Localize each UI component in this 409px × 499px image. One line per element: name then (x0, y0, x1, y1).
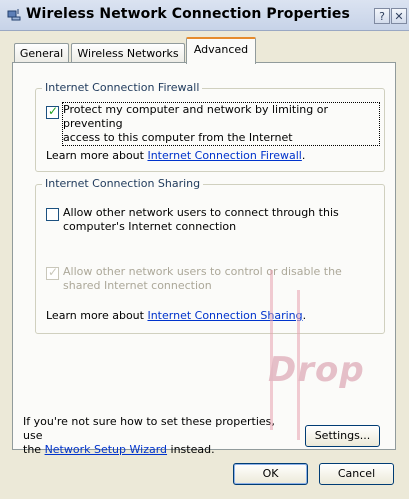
close-button[interactable]: ✕ (391, 8, 407, 24)
allow-control-label-line1: Allow other network users to control or … (63, 265, 342, 278)
help-button[interactable]: ? (374, 8, 390, 24)
title-bar[interactable]: Wireless Network Connection Properties ?… (0, 0, 409, 31)
setup-hint-suffix: instead. (167, 443, 215, 456)
sharing-learn-link[interactable]: Internet Connection Sharing (147, 309, 302, 322)
protect-computer-label-line1: Protect my computer and network by limit… (63, 103, 328, 130)
tab-advanced[interactable]: Advanced (186, 37, 256, 64)
firewall-learn-prefix: Learn more about (46, 149, 148, 162)
firewall-learn-link[interactable]: Internet Connection Firewall (147, 149, 301, 162)
sharing-group: Internet Connection Sharing Allow other … (35, 177, 385, 334)
checkmark-icon: ✓ (48, 104, 59, 118)
allow-control-label-line2: shared Internet connection (63, 279, 212, 292)
setup-hint-line2: the Network Setup Wizard instead. (23, 443, 283, 457)
ok-button[interactable]: OK (233, 463, 308, 485)
firewall-learn-suffix: . (301, 149, 306, 162)
advanced-tab-panel: Internet Connection Firewall ✓ Protect m… (12, 62, 396, 456)
firewall-group: Internet Connection Firewall ✓ Protect m… (35, 81, 385, 172)
allow-connect-label[interactable]: Allow other network users to connect thr… (63, 206, 379, 234)
allow-connect-label-line2: computer's Internet connection (63, 220, 237, 233)
setup-hint-line1: If you're not sure how to set these prop… (23, 415, 275, 442)
allow-connect-label-line1: Allow other network users to connect thr… (63, 206, 339, 219)
protect-computer-label-line2: access to this computer from the Interne… (63, 131, 293, 144)
network-setup-wizard-link[interactable]: Network Setup Wizard (45, 443, 167, 456)
firewall-group-label: Internet Connection Firewall (42, 81, 203, 94)
checkmark-icon: ✓ (48, 265, 59, 279)
protect-computer-checkbox[interactable]: ✓ (46, 104, 59, 119)
setup-hint: If you're not sure how to set these prop… (23, 415, 283, 457)
cancel-button[interactable]: Cancel (319, 463, 394, 485)
settings-button[interactable]: Settings... (305, 425, 380, 447)
allow-control-label[interactable]: Allow other network users to control or … (63, 265, 379, 293)
sharing-learn-more: Learn more about Internet Connection Sha… (46, 309, 306, 322)
tab-wireless-networks[interactable]: Wireless Networks (71, 43, 185, 63)
window-title: Wireless Network Connection Properties (26, 6, 350, 22)
setup-hint-prefix: the (23, 443, 45, 456)
network-connection-icon (7, 9, 21, 21)
sharing-learn-prefix: Learn more about (46, 309, 148, 322)
tab-general[interactable]: General (14, 43, 69, 63)
allow-connect-checkbox[interactable] (46, 208, 59, 221)
protect-computer-label[interactable]: Protect my computer and network by limit… (62, 102, 380, 146)
firewall-learn-more: Learn more about Internet Connection Fir… (46, 149, 305, 162)
allow-control-checkbox[interactable]: ✓ (46, 265, 59, 280)
watermark-text: Drop (268, 350, 365, 390)
sharing-learn-suffix: . (302, 309, 307, 322)
sharing-group-label: Internet Connection Sharing (42, 177, 204, 190)
